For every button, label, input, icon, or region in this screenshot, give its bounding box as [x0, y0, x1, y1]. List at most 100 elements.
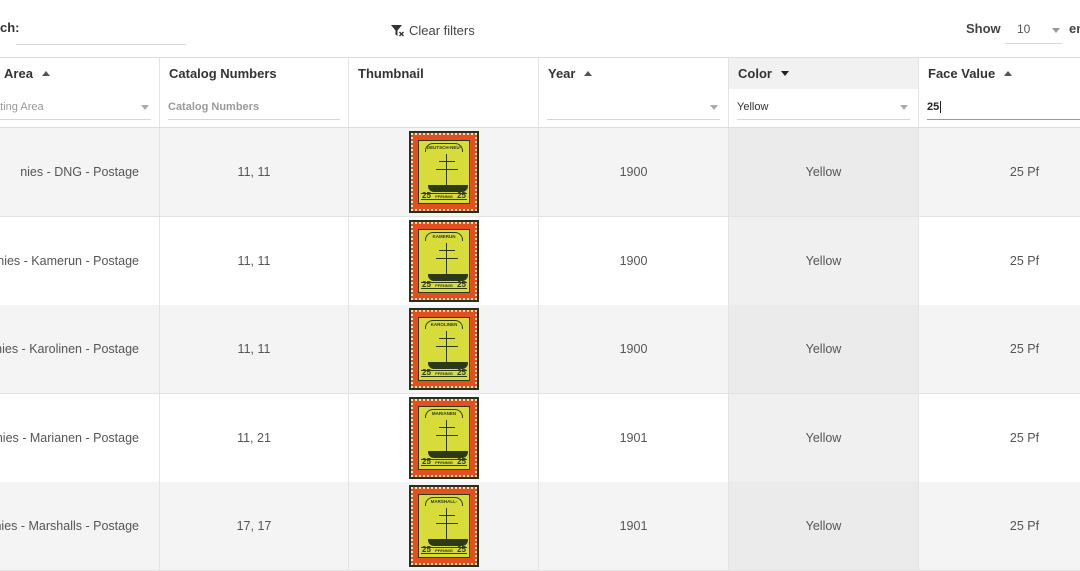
column-header-label: Thumbnail	[358, 66, 424, 81]
cell-year: 1900	[539, 305, 729, 393]
column-header-label: Year	[548, 66, 576, 81]
stamp-denomination: PFENNIG	[435, 548, 453, 553]
stamp-value-left: 25	[422, 456, 431, 466]
stamp-banner-text: KAMERUN	[425, 231, 463, 241]
stamp-value-left: 25	[422, 279, 431, 289]
search-input[interactable]	[16, 18, 186, 45]
cell-thumbnail: KAROLINEN 25 PFENNIG 25	[349, 305, 539, 393]
sort-asc-icon	[41, 71, 50, 76]
table-row[interactable]: nies - DNG - Postage 11, 11 DEUTSCH-NEU-GU…	[0, 128, 1080, 217]
filter-cell-color: Yellow	[729, 89, 919, 127]
table-row[interactable]: nies - Marshalls - Postage 17, 17 MARSHALL…	[0, 482, 1080, 571]
catalog-numbers-text: 11, 21	[237, 430, 271, 445]
face-value-text: 25 Pf	[1009, 342, 1040, 356]
entries-label: en	[1069, 21, 1080, 36]
collecting-area-filter-select[interactable]: ct Collecting Area	[0, 96, 151, 120]
stamp-thumbnail[interactable]: MARSHALL-INSELN 25 PFENNIG 25	[409, 485, 479, 567]
filter-clear-icon	[390, 24, 405, 38]
stamp-thumbnail[interactable]: DEUTSCH-NEU-GUINEA 25 PFENNIG 25	[409, 131, 479, 213]
stamp-banner-text: MARSHALL-INSELN	[425, 497, 463, 506]
stamp-denomination: PFENNIG	[435, 371, 453, 376]
cell-thumbnail: MARSHALL-INSELN 25 PFENNIG 25	[349, 482, 539, 570]
catalog-numbers-text: 17, 17	[236, 519, 272, 533]
stamp-value-right: 25	[457, 456, 466, 466]
column-header-year[interactable]: Year	[539, 58, 729, 89]
stamp-thumbnail[interactable]: KAMERUN 25 PFENNIG 25	[409, 219, 479, 302]
cell-face-value: 25 Pf	[919, 128, 1080, 216]
year-text: 1900	[619, 253, 648, 268]
table-filter-row: ct Collecting Area Catalog Numbers Yello…	[0, 89, 1080, 128]
table-row[interactable]: nies - Karolinen - Postage 11, 11 KAROLINE…	[0, 305, 1080, 394]
year-text: 1901	[619, 519, 648, 533]
column-header-label: Face Value	[928, 66, 996, 81]
stamp-banner-text: MARIANEN	[425, 408, 463, 418]
stamp-banner-text: DEUTSCH-NEU-GUINEA	[425, 143, 463, 152]
cell-year: 1900	[539, 216, 729, 305]
table-row[interactable]: nies - Marianen - Postage 11, 21 MARIANEN 2…	[0, 393, 1080, 483]
color-filter-select[interactable]: Yellow	[737, 96, 910, 120]
cell-catalog-numbers: 11, 11	[160, 128, 349, 216]
table-header-row: lecting Area Catalog Numbers Thumbnail Y…	[0, 57, 1080, 90]
column-header-face-value[interactable]: Face Value	[919, 58, 1080, 89]
face-value-filter-input[interactable]: 25	[927, 96, 1080, 120]
column-header-label: Color	[738, 66, 772, 81]
face-value-text: 25 Pf	[1009, 165, 1040, 179]
color-text: Yellow	[805, 165, 842, 179]
cell-face-value: 25 Pf	[919, 217, 1080, 305]
collecting-area-filter-placeholder: ct Collecting Area	[0, 101, 44, 113]
year-text: 1900	[619, 165, 648, 179]
cell-color: Yellow	[729, 482, 919, 570]
stamp-value-right: 25	[457, 545, 466, 554]
cell-collecting-area: nies - Karolinen - Postage	[0, 305, 160, 393]
page-size-select[interactable]: 10	[1005, 18, 1062, 44]
year-filter-select[interactable]	[547, 96, 720, 120]
cell-collecting-area: nies - DNG - Postage	[0, 128, 160, 216]
stamp-denomination: PFENNIG	[435, 459, 453, 465]
chevron-down-icon	[141, 105, 149, 110]
filter-cell-collecting-area: ct Collecting Area	[0, 89, 160, 127]
cell-face-value: 25 Pf	[919, 305, 1080, 393]
stamp-denomination: PFENNIG	[435, 282, 453, 288]
chevron-down-icon	[710, 105, 718, 110]
column-header-catalog-numbers[interactable]: Catalog Numbers	[160, 58, 349, 89]
cell-year: 1901	[539, 393, 729, 482]
cell-color: Yellow	[729, 393, 919, 482]
clear-filters-label: Clear filters	[409, 23, 475, 38]
collecting-area-text: nies - Marshalls - Postage	[0, 519, 139, 533]
face-value-filter-value: 25	[927, 101, 940, 113]
stamp-thumbnail[interactable]: MARIANEN 25 PFENNIG 25	[409, 396, 479, 479]
table-row[interactable]: nies - Kamerun - Postage 11, 11 KAMERUN 25 P…	[0, 216, 1080, 306]
cell-thumbnail: MARIANEN 25 PFENNIG 25	[349, 393, 539, 482]
stamp-thumbnail[interactable]: KAROLINEN 25 PFENNIG 25	[409, 308, 479, 390]
cell-thumbnail: KAMERUN 25 PFENNIG 25	[349, 216, 539, 305]
chevron-down-icon	[900, 105, 908, 110]
cell-year: 1901	[539, 482, 729, 570]
clear-filters-button[interactable]: Clear filters	[390, 23, 475, 38]
cell-thumbnail: DEUTSCH-NEU-GUINEA 25 PFENNIG 25	[349, 128, 539, 216]
collecting-area-text: nies - Kamerun - Postage	[0, 253, 139, 268]
column-header-label: Catalog Numbers	[169, 66, 277, 81]
catalog-numbers-filter-input[interactable]: Catalog Numbers	[168, 96, 340, 120]
stamp-denomination: PFENNIG	[435, 194, 453, 199]
sort-asc-icon	[1004, 71, 1013, 76]
chevron-down-icon	[1052, 28, 1060, 33]
collecting-area-text: nies - Karolinen - Postage	[0, 342, 139, 356]
filter-cell-catalog: Catalog Numbers	[160, 89, 349, 127]
collecting-area-text: nies - DNG - Postage	[20, 165, 139, 179]
color-text: Yellow	[805, 519, 842, 533]
cell-face-value: 25 Pf	[919, 394, 1080, 482]
catalog-numbers-text: 11, 11	[237, 342, 271, 356]
stamp-value-left: 25	[422, 545, 431, 554]
year-text: 1900	[619, 342, 648, 356]
collecting-area-text: nies - Marianen - Postage	[0, 430, 139, 445]
column-header-color[interactable]: Color	[729, 58, 919, 89]
color-text: Yellow	[805, 342, 842, 356]
filter-cell-thumbnail	[349, 89, 539, 127]
stamp-value-right: 25	[457, 279, 466, 289]
face-value-text: 25 Pf	[1009, 519, 1040, 533]
color-text: Yellow	[805, 430, 842, 445]
column-header-collecting-area[interactable]: lecting Area	[0, 58, 160, 89]
filter-cell-face-value: 25	[919, 89, 1080, 127]
stamp-value-right: 25	[457, 368, 466, 377]
stamp-value-right: 25	[457, 191, 466, 200]
